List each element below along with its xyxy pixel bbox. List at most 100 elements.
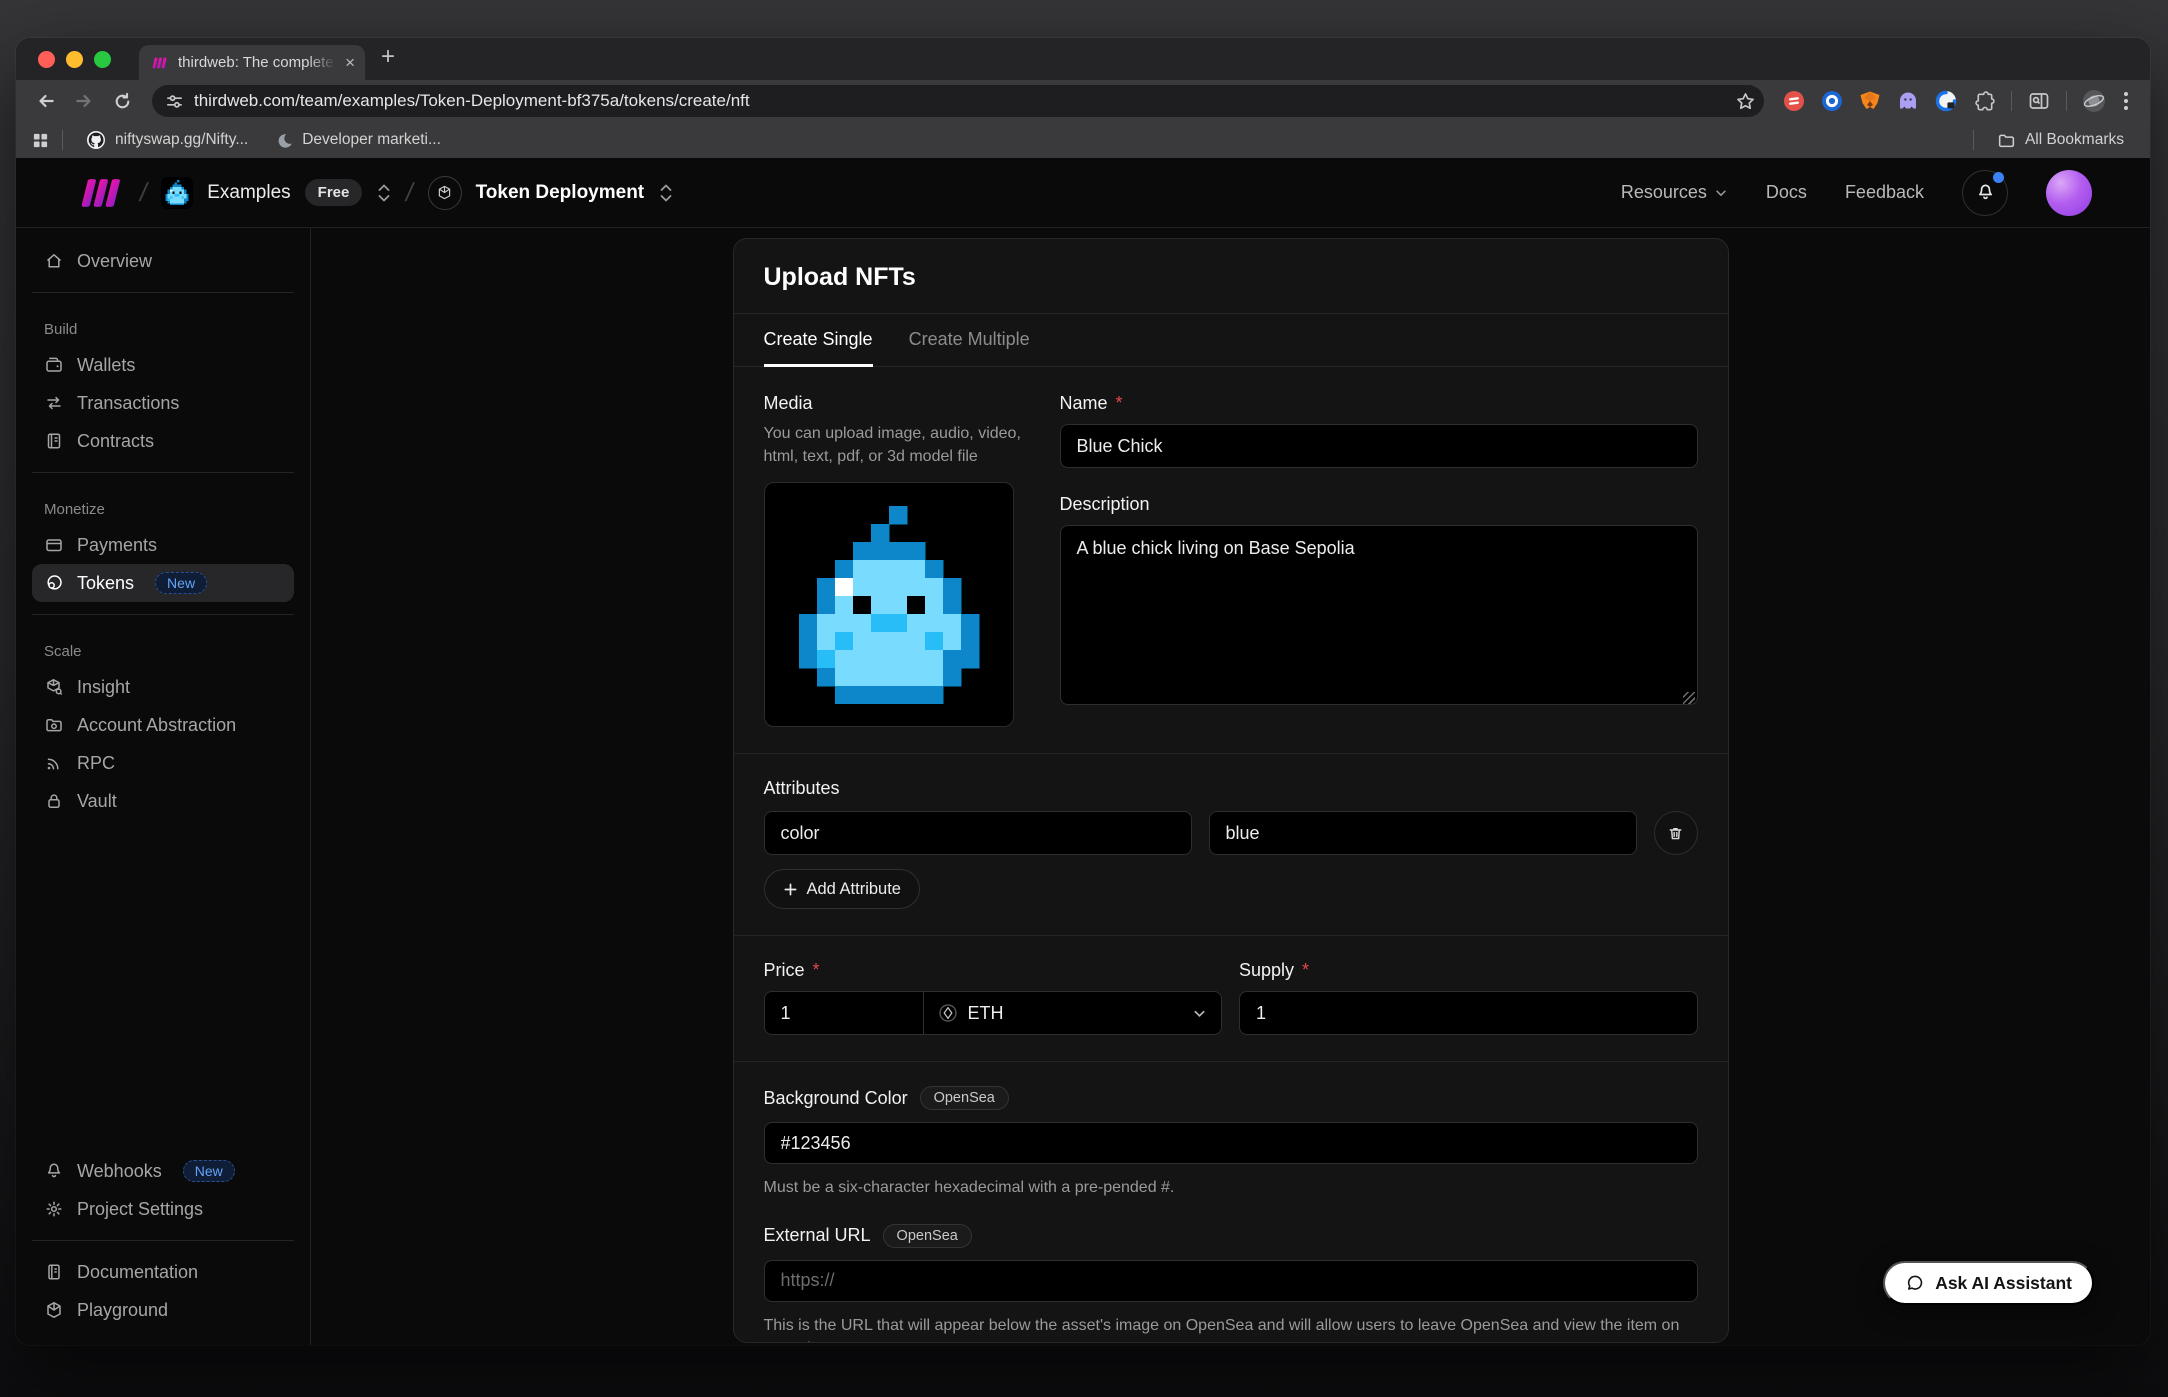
sidebar-item-payments[interactable]: Payments [32,526,294,564]
forward-icon[interactable] [68,85,100,117]
external-url-input[interactable] [764,1260,1698,1302]
sidebar-item-playground[interactable]: Playground [32,1291,294,1329]
price-input[interactable] [765,992,924,1034]
project-name[interactable]: Token Deployment [476,182,645,204]
name-input[interactable] [1060,424,1698,468]
phantom-ghost-icon[interactable] [1892,85,1924,117]
sidebar-item-tokens[interactable]: Tokens New [32,564,294,602]
site-settings-icon[interactable] [165,92,184,111]
sidebar-item-transactions[interactable]: Transactions [32,384,294,422]
bookmark-star-icon[interactable] [1735,91,1756,112]
delete-attribute-button[interactable] [1654,811,1698,855]
side-panel-search-icon[interactable] [2023,85,2055,117]
main-content: Upload NFTs Create Single Create Multipl… [311,228,2150,1345]
session-timer-icon[interactable] [1930,85,1962,117]
reload-icon[interactable] [106,85,138,117]
sidebar-item-project-settings[interactable]: Project Settings [32,1190,294,1228]
sidebar-item-overview[interactable]: Overview [32,242,294,280]
attributes-label: Attributes [764,778,1698,799]
tab-create-single[interactable]: Create Single [764,314,873,367]
close-window-button[interactable] [38,51,55,68]
new-badge: New [183,1160,235,1182]
extensions-puzzle-icon[interactable] [1968,85,2000,117]
profile-avatar-icon[interactable] [2078,85,2110,117]
chevron-down-icon [1192,1006,1207,1021]
currency-select[interactable]: ETH [924,992,1222,1034]
add-attribute-button[interactable]: Add Attribute [764,869,920,909]
bookmarks-separator [1973,130,1974,150]
price-label: Price [764,960,805,981]
project-icon [428,176,462,210]
bookmark-label[interactable]: niftyswap.gg/Nifty... [115,131,248,149]
project-switcher-icon[interactable] [658,182,674,204]
resize-grip-icon[interactable] [1683,692,1695,704]
sidebar-divider [32,292,294,293]
sidebar-item-webhooks[interactable]: Webhooks New [32,1152,294,1190]
media-upload-box[interactable] [764,482,1014,727]
plan-badge: Free [305,179,363,206]
chick-avatar-image [163,180,191,206]
metamask-fox-icon[interactable] [1854,85,1886,117]
team-name[interactable]: Examples [207,182,290,204]
background-color-input[interactable] [764,1122,1698,1164]
thirdweb-logo-icon[interactable] [78,175,126,211]
team-switcher-icon[interactable] [376,182,392,204]
sidebar-divider [32,472,294,473]
form-tabs: Create Single Create Multiple [734,313,1728,367]
sidebar-item-wallets[interactable]: Wallets [32,346,294,384]
sidebar-item-documentation[interactable]: Documentation [32,1253,294,1291]
bookmark-item[interactable]: Developer marketi... [266,131,451,149]
sidebar-item-account-abstraction[interactable]: Account Abstraction [32,706,294,744]
url-text[interactable]: thirdweb.com/team/examples/Token-Deploym… [194,91,1725,111]
external-url-label: External URL [764,1225,871,1246]
team-avatar [161,177,193,209]
user-avatar[interactable] [2046,170,2092,216]
notifications-button[interactable] [1962,170,2008,216]
folder-icon [1997,131,2016,150]
new-tab-button[interactable]: + [365,45,395,73]
attribute-name-input[interactable] [764,811,1192,855]
sidebar-item-rpc[interactable]: RPC [32,744,294,782]
supply-label: Supply [1239,960,1294,981]
sidebar-item-insight[interactable]: Insight [32,668,294,706]
bookmark-label[interactable]: Developer marketi... [302,131,441,149]
supply-input[interactable] [1239,991,1698,1035]
docs-link[interactable]: Docs [1766,182,1807,203]
browser-tab[interactable]: thirdweb: The complete web3 × [139,45,365,80]
sidebar: Overview Build Wallets Transactions Cont… [16,228,311,1345]
chat-bubble-icon [1905,1273,1925,1293]
minimize-window-button[interactable] [66,51,83,68]
sidebar-section-scale: Scale [44,643,282,660]
back-icon[interactable] [30,85,62,117]
bookmark-item[interactable]: niftyswap.gg/Nifty... [76,130,258,150]
app-header: / Examples Free / Token Deployment Resou… [16,158,2150,228]
url-bar[interactable]: thirdweb.com/team/examples/Token-Deploym… [152,85,1764,117]
bell-icon [44,1161,64,1181]
ask-ai-assistant-button[interactable]: Ask AI Assistant [1883,1261,2094,1305]
sidebar-item-contracts[interactable]: Contracts [32,422,294,460]
description-textarea[interactable]: A blue chick living on Base Sepolia [1060,525,1698,705]
all-bookmarks-button[interactable]: All Bookmarks [1987,131,2134,150]
tab-create-multiple[interactable]: Create Multiple [909,314,1030,367]
bookmarks-separator [62,130,63,150]
opensea-badge: OpenSea [883,1224,972,1248]
plus-icon [783,882,798,897]
feedback-link[interactable]: Feedback [1845,182,1924,203]
breadcrumb-slash: / [137,177,150,208]
extension-red-icon[interactable] [1778,85,1810,117]
page-title: Upload NFTs [764,263,1698,292]
notification-dot [1993,172,2004,183]
sidebar-item-vault[interactable]: Vault [32,782,294,820]
zoom-window-button[interactable] [94,51,111,68]
chrome-menu-icon[interactable] [2116,92,2136,110]
attribute-value-input[interactable] [1209,811,1637,855]
tab-close-icon[interactable]: × [345,54,355,71]
apps-grid-icon[interactable] [32,132,49,149]
resources-menu[interactable]: Resources [1621,182,1728,203]
transactions-icon [44,393,64,413]
name-label: Name [1060,393,1108,414]
all-bookmarks-label[interactable]: All Bookmarks [2025,131,2124,149]
extension-blue-icon[interactable] [1816,85,1848,117]
nft-image-preview [781,506,997,704]
required-marker: * [1116,393,1123,414]
